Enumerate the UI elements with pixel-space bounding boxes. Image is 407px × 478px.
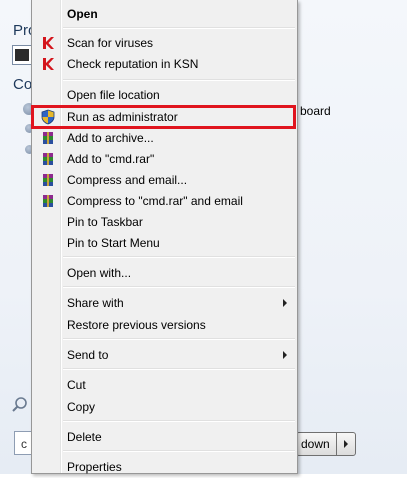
menu-item-properties[interactable]: Properties [34, 456, 296, 478]
submenu-arrow-icon [283, 299, 287, 307]
kaspersky-k-icon [43, 37, 54, 49]
menu-item-label: Restore previous versions [67, 318, 206, 332]
menu-item-compress-cmd-email[interactable]: Compress to "cmd.rar" and email [34, 190, 296, 212]
uac-shield-icon [41, 109, 55, 125]
menu-separator [63, 450, 295, 452]
shutdown-button[interactable]: down [296, 432, 336, 456]
menu-item-share-with[interactable]: Share with [34, 292, 296, 314]
menu-item-label: Open with... [67, 266, 132, 280]
menu-item-check-ksn[interactable]: Check reputation in KSN [34, 53, 296, 75]
shutdown-label: down [301, 437, 330, 451]
winrar-books-icon [43, 132, 53, 144]
menu-item-cut[interactable]: Cut [34, 374, 296, 396]
menu-item-label: Send to [67, 348, 109, 362]
menu-item-label: Compress and email... [67, 173, 188, 187]
menu-separator [63, 338, 295, 340]
program-item-icon[interactable] [12, 45, 32, 65]
menu-item-label: Delete [67, 430, 102, 444]
menu-item-label: Pin to Start Menu [67, 236, 160, 250]
chevron-right-icon [343, 440, 348, 448]
winrar-books-icon [43, 174, 53, 186]
menu-item-copy[interactable]: Copy [34, 396, 296, 418]
menu-item-delete[interactable]: Delete [34, 426, 296, 448]
shutdown-options-button[interactable] [335, 432, 356, 456]
menu-item-label: Check reputation in KSN [67, 57, 199, 71]
menu-item-open-file-location[interactable]: Open file location [34, 84, 296, 106]
menu-item-label: Open [67, 7, 98, 21]
menu-item-compress-email[interactable]: Compress and email... [34, 169, 296, 191]
menu-item-label: Copy [67, 400, 96, 414]
computer-label: Co [13, 76, 33, 93]
menu-item-label: Cut [67, 378, 86, 392]
context-menu: Open Scan for viruses Check reputation i… [31, 0, 298, 474]
menu-item-label: Run as administrator [67, 110, 178, 124]
menu-item-open-with[interactable]: Open with... [34, 262, 296, 284]
search-icon [12, 397, 27, 412]
menu-separator [63, 420, 295, 422]
menu-item-scan-viruses[interactable]: Scan for viruses [34, 32, 296, 54]
menu-item-pin-taskbar[interactable]: Pin to Taskbar [34, 211, 296, 233]
shutdown-group: down [296, 432, 356, 456]
menu-item-run-as-administrator[interactable]: Run as administrator [34, 106, 296, 128]
menu-item-label: Open file location [67, 88, 160, 102]
menu-item-open[interactable]: Open [34, 3, 296, 25]
menu-item-pin-start-menu[interactable]: Pin to Start Menu [34, 232, 296, 254]
winrar-books-icon [43, 153, 53, 165]
winrar-books-icon [43, 195, 53, 207]
submenu-arrow-icon [283, 351, 287, 359]
menu-item-restore-previous-versions[interactable]: Restore previous versions [34, 314, 296, 336]
menu-item-add-to-cmd-rar[interactable]: Add to "cmd.rar" [34, 148, 296, 170]
menu-item-add-to-archive[interactable]: Add to archive... [34, 127, 296, 149]
right-pane-item[interactable]: board [300, 104, 331, 118]
menu-separator [63, 256, 295, 258]
menu-item-label: Scan for viruses [67, 36, 154, 50]
menu-item-label: Add to archive... [67, 131, 154, 145]
kaspersky-k-icon [43, 58, 54, 70]
menu-item-label: Properties [67, 460, 122, 474]
menu-separator [63, 286, 295, 288]
menu-item-label: Pin to Taskbar [67, 215, 143, 229]
menu-item-label: Share with [67, 296, 124, 310]
menu-separator [63, 368, 295, 370]
menu-item-send-to[interactable]: Send to [34, 344, 296, 366]
menu-separator [63, 79, 295, 81]
menu-separator [63, 27, 295, 29]
menu-item-label: Add to "cmd.rar" [67, 152, 155, 166]
menu-item-label: Compress to "cmd.rar" and email [67, 194, 243, 208]
